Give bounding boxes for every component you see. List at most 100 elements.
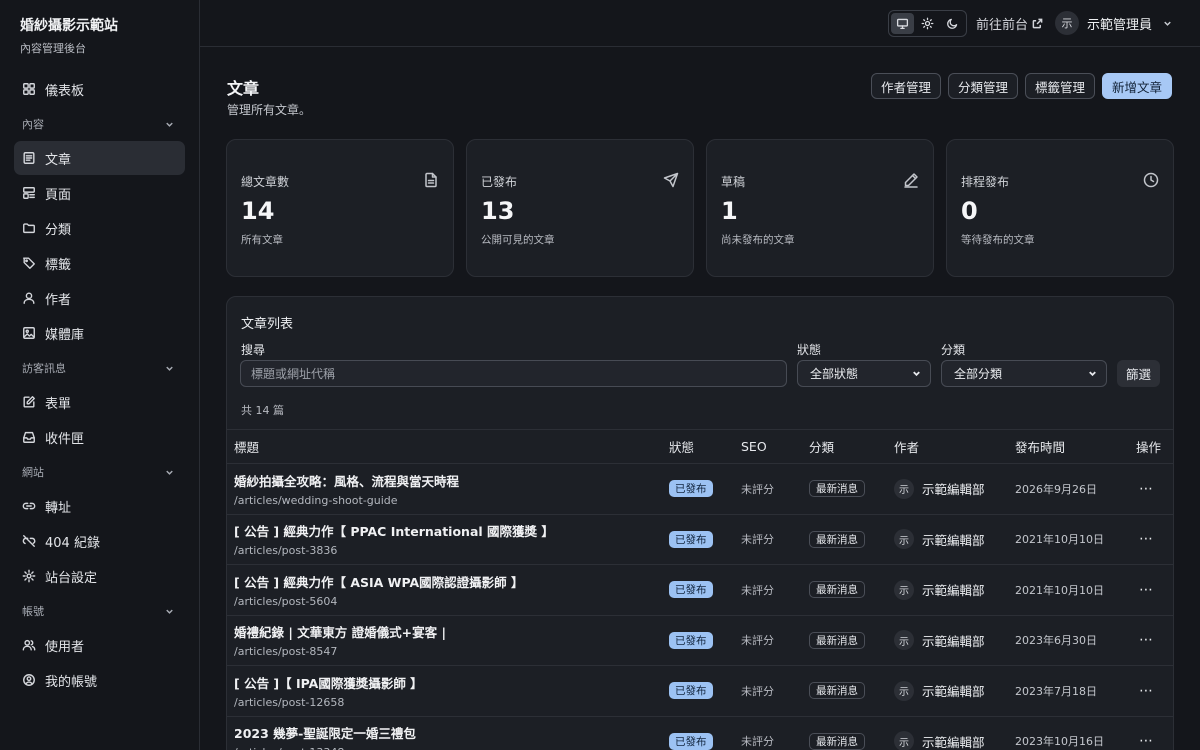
sidebar-item-articles[interactable]: 文章: [14, 141, 185, 175]
sidebar-item-inbox[interactable]: 收件匣: [14, 420, 185, 454]
more-actions-button[interactable]: ⋯: [1136, 463, 1173, 515]
title-cell: [ 公告 ] 經典力作【 ASIA WPA國際認證攝影師 】 /articles…: [227, 564, 669, 616]
sidebar-item-redirects[interactable]: 轉址: [14, 489, 185, 523]
author-avatar: 示: [894, 680, 914, 701]
status-cell: 已發布: [669, 716, 741, 750]
date-cell: 2023年7月18日: [1015, 665, 1136, 717]
author-name: 示範編輯部: [922, 482, 985, 498]
sidebar-item-forms[interactable]: 表單: [14, 385, 185, 419]
more-horizontal-icon: ⋯: [1139, 581, 1154, 598]
pencil-icon: [903, 172, 919, 188]
manage-tags-button[interactable]: 標籤管理: [1024, 73, 1095, 99]
more-actions-button[interactable]: ⋯: [1136, 564, 1173, 616]
sidebar-item-label: 標籤: [45, 257, 72, 273]
sidebar-group-visitor[interactable]: 訪客訊息: [14, 351, 185, 385]
seo-score: 未評分: [741, 533, 774, 547]
sidebar-item-media[interactable]: 媒體庫: [14, 316, 185, 350]
sidebar-group-account[interactable]: 帳號: [14, 594, 185, 628]
table-row[interactable]: [ 公告 ] 經典力作【 ASIA WPA國際認證攝影師 】 /articles…: [227, 564, 1173, 616]
article-title[interactable]: 2023 幾夢-聖誕限定一婚三禮包: [234, 723, 669, 742]
link-off-icon: [22, 534, 36, 548]
sidebar-item-dashboard[interactable]: 儀表板: [14, 72, 185, 106]
seo-cell: 未評分: [741, 564, 809, 616]
article-list-panel: 文章列表 搜尋 狀態 全部狀態 分類 全部分類 篩選 共 14 篇 標題 狀態 …: [226, 296, 1174, 750]
theme-system-button[interactable]: [891, 13, 914, 34]
article-title[interactable]: 婚禮紀錄 | 文華東方 證婚儀式+宴客 |: [234, 622, 669, 641]
sidebar-item-authors[interactable]: 作者: [14, 281, 185, 315]
table-row[interactable]: [ 公告 ]【 IPA國際獲獎攝影師 】 /articles/post-1265…: [227, 665, 1173, 717]
category-badge: 最新消息: [809, 530, 865, 548]
column-header-title[interactable]: 標題: [227, 429, 669, 464]
sidebar-item-settings[interactable]: 站台設定: [14, 559, 185, 593]
column-header-seo[interactable]: SEO: [741, 429, 809, 464]
title-cell: [ 公告 ] 經典力作【 PPAC International 國際獲獎 】 /…: [227, 514, 669, 565]
edit-icon: [22, 395, 36, 409]
frontend-link[interactable]: 前往前台: [976, 14, 1043, 33]
table-row[interactable]: 婚紗拍攝全攻略：風格、流程與當天時程 /articles/wedding-sho…: [227, 463, 1173, 515]
stat-sub: 等待發布的文章: [961, 234, 1035, 246]
author-cell: 示 示範編輯部: [894, 564, 1015, 616]
brand-title: 婚紗攝影示範站: [20, 18, 118, 34]
publish-date: 2023年7月18日: [1015, 684, 1097, 698]
article-title[interactable]: [ 公告 ]【 IPA國際獲獎攝影師 】: [234, 673, 669, 692]
column-header-status[interactable]: 狀態: [669, 429, 741, 464]
theme-light-button[interactable]: [916, 13, 939, 34]
manage-categories-button[interactable]: 分類管理: [947, 73, 1018, 99]
sidebar-item-label: 轉址: [45, 500, 72, 516]
status-badge: 已發布: [669, 631, 713, 649]
more-actions-button[interactable]: ⋯: [1136, 716, 1173, 750]
sidebar-item-tags[interactable]: 標籤: [14, 246, 185, 280]
sidebar-group-site[interactable]: 網站: [14, 455, 185, 489]
topbar: 前往前台 示 示範管理員: [200, 0, 1200, 47]
grid-icon: [22, 82, 36, 96]
status-select[interactable]: 全部狀態: [797, 360, 931, 387]
category-badge: 最新消息: [809, 682, 865, 700]
table-row[interactable]: 2023 幾夢-聖誕限定一婚三禮包 /articles/post-13348 已…: [227, 716, 1173, 750]
stat-card-total: 總文章數 14 所有文章: [226, 139, 454, 277]
page-description: 管理所有文章。: [227, 103, 312, 117]
category-select[interactable]: 全部分類: [941, 360, 1107, 387]
stat-sub: 尚未發布的文章: [721, 234, 795, 246]
more-actions-button[interactable]: ⋯: [1136, 615, 1173, 666]
chevron-down-icon: [166, 366, 173, 371]
stat-value: 0: [961, 197, 978, 225]
table-row[interactable]: [ 公告 ] 經典力作【 PPAC International 國際獲獎 】 /…: [227, 514, 1173, 565]
theme-dark-button[interactable]: [941, 13, 964, 34]
status-cell: 已發布: [669, 615, 741, 666]
more-actions-button[interactable]: ⋯: [1136, 514, 1173, 565]
sidebar-item-404[interactable]: 404 紀錄: [14, 524, 185, 558]
date-cell: 2021年10月10日: [1015, 564, 1136, 616]
stat-value: 1: [721, 197, 738, 225]
status-cell: 已發布: [669, 463, 741, 515]
article-title[interactable]: [ 公告 ] 經典力作【 PPAC International 國際獲獎 】: [234, 521, 669, 540]
search-input[interactable]: [240, 360, 787, 387]
sidebar-item-label: 我的帳號: [45, 674, 98, 690]
manage-authors-button[interactable]: 作者管理: [870, 73, 941, 99]
user-icon: [22, 291, 36, 305]
sidebar-item-categories[interactable]: 分類: [14, 211, 185, 245]
clock-icon: [1143, 172, 1159, 188]
more-actions-button[interactable]: ⋯: [1136, 665, 1173, 717]
sidebar-group-content[interactable]: 內容: [14, 107, 185, 141]
brand: 婚紗攝影示範站 內容管理後台: [0, 0, 199, 56]
column-header-category[interactable]: 分類: [809, 429, 894, 464]
article-title[interactable]: 婚紗拍攝全攻略：風格、流程與當天時程: [234, 471, 669, 490]
chevron-down-icon: [166, 122, 173, 127]
filter-button[interactable]: 篩選: [1117, 360, 1161, 387]
sidebar-item-my-account[interactable]: 我的帳號: [14, 663, 185, 697]
article-title[interactable]: [ 公告 ] 經典力作【 ASIA WPA國際認證攝影師 】: [234, 572, 669, 591]
sidebar-item-pages[interactable]: 頁面: [14, 176, 185, 210]
author-name: 示範編輯部: [922, 633, 985, 649]
frontend-link-label: 前往前台: [976, 18, 1029, 33]
column-header-date[interactable]: 發布時間: [1015, 429, 1136, 464]
search-label: 搜尋: [241, 343, 266, 357]
layout-icon: [22, 186, 36, 200]
column-header-author[interactable]: 作者: [894, 429, 1015, 464]
new-article-button[interactable]: 新增文章: [1101, 73, 1172, 99]
user-menu[interactable]: 示 示範管理員: [1055, 11, 1173, 35]
group-label: 訪客訊息: [22, 362, 66, 375]
sidebar-item-users[interactable]: 使用者: [14, 628, 185, 662]
table-row[interactable]: 婚禮紀錄 | 文華東方 證婚儀式+宴客 | /articles/post-854…: [227, 615, 1173, 666]
publish-date: 2021年10月10日: [1015, 533, 1104, 547]
category-filter-label: 分類: [941, 343, 966, 357]
